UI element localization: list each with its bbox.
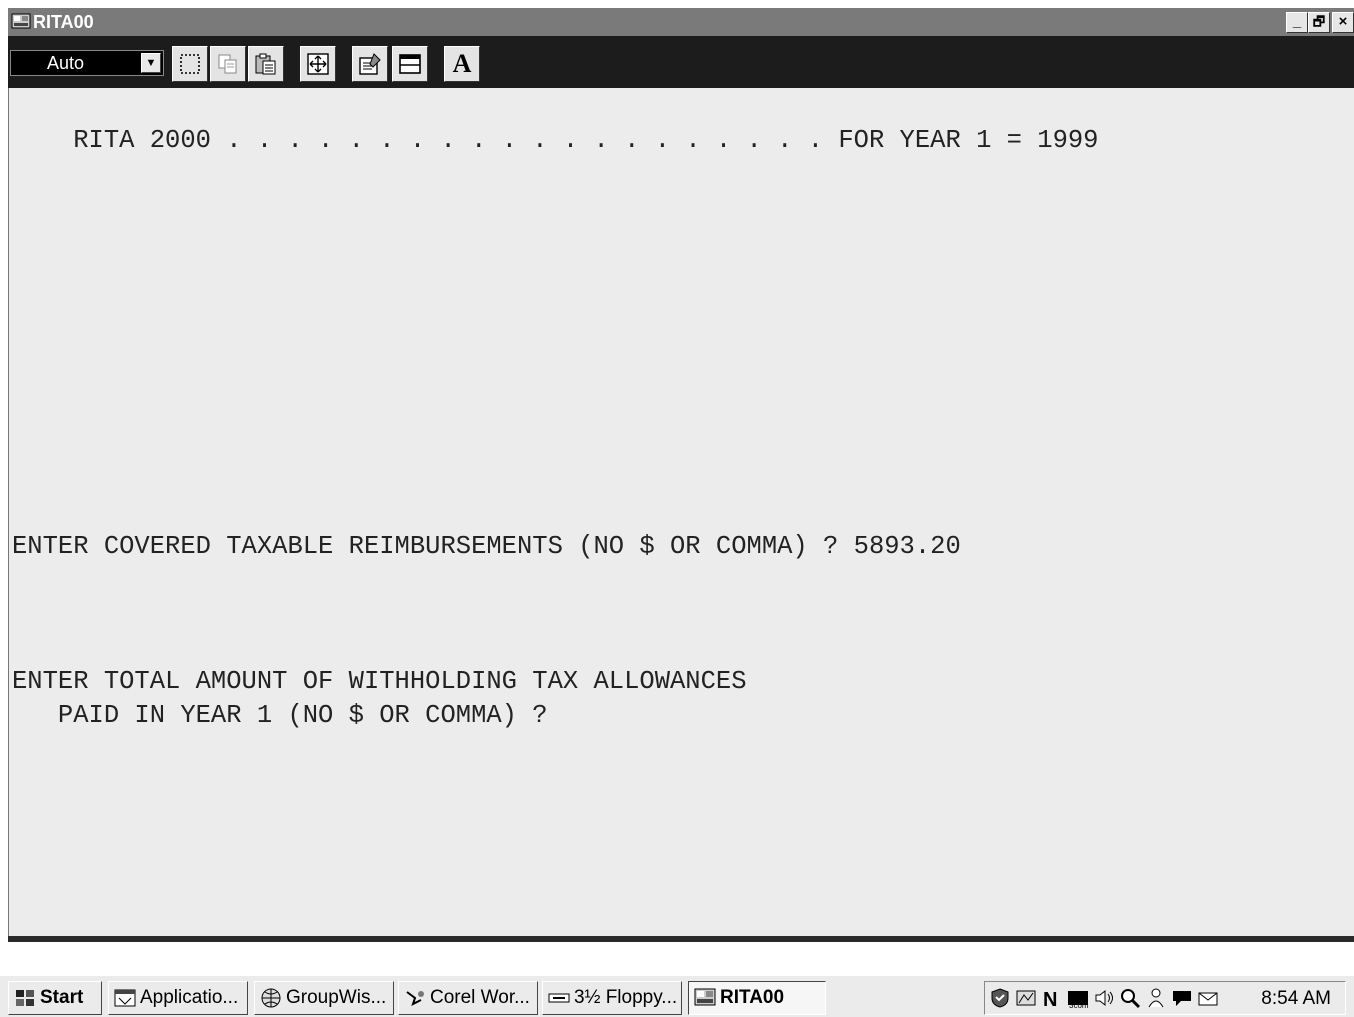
close-icon: ×	[1338, 13, 1348, 30]
minimize-button[interactable]: _	[1286, 12, 1308, 33]
minimize-icon: _	[1292, 13, 1302, 30]
search-icon[interactable]	[1119, 987, 1141, 1009]
font-icon: A	[452, 49, 472, 78]
paste-icon	[255, 53, 276, 75]
taskbar-item-floppy[interactable]: 3½ Floppy...	[542, 981, 682, 1015]
globe-icon	[261, 988, 281, 1008]
window-title: RITA00	[33, 11, 94, 32]
windows-logo-icon	[16, 990, 34, 1006]
system-tray: N 3com 8:54 AM	[984, 981, 1346, 1015]
font-size-value: Auto	[47, 53, 85, 73]
chat-icon[interactable]	[1171, 987, 1193, 1009]
window-app-icon	[114, 989, 136, 1007]
chevron-down-icon[interactable]: ▼	[141, 53, 161, 73]
program-header: RITA 2000 . . . . . . . . . . . . . . . …	[73, 126, 1099, 155]
window-bottom-border	[8, 936, 1354, 942]
dos-toolbar: Auto ▼ A	[8, 36, 1354, 88]
paste-button[interactable]	[248, 46, 284, 82]
properties-icon	[359, 53, 381, 75]
3com-icon[interactable]: 3com	[1067, 987, 1089, 1009]
restore-icon: 🗗	[1312, 14, 1326, 29]
user-icon[interactable]	[1145, 987, 1167, 1009]
taskbar-item-label: Corel Wor...	[430, 987, 530, 1008]
corel-balloon-icon	[406, 991, 424, 1006]
ms-dos-app-icon	[694, 988, 716, 1006]
properties-button[interactable]	[352, 46, 388, 82]
mail-icon[interactable]	[1197, 987, 1219, 1009]
mark-button[interactable]	[172, 46, 208, 82]
ms-dos-app-icon	[11, 13, 31, 29]
close-button[interactable]: ×	[1332, 12, 1354, 33]
copy-icon	[218, 54, 237, 74]
taskbar-item-corel[interactable]: Corel Wor...	[398, 981, 538, 1015]
network-icon[interactable]	[1015, 987, 1037, 1009]
console-output[interactable]: RITA 2000 . . . . . . . . . . . . . . . …	[8, 88, 1354, 936]
withholding-prompt-line1: ENTER TOTAL AMOUNT OF WITHHOLDING TAX AL…	[12, 667, 747, 696]
window-title-bar[interactable]: RITA00 _ 🗗 ×	[8, 8, 1354, 36]
window-controls: _ 🗗 ×	[1286, 12, 1354, 33]
start-button[interactable]: Start	[8, 981, 102, 1015]
taskbar-item-label: RITA00	[720, 987, 785, 1008]
taskbar-item-label: GroupWis...	[286, 987, 387, 1008]
font-size-select[interactable]: Auto ▼	[10, 50, 164, 76]
fullscreen-button[interactable]	[300, 46, 336, 82]
reimbursements-prompt: ENTER COVERED TAXABLE REIMBURSEMENTS (NO…	[12, 532, 961, 561]
taskbar-item-rita00[interactable]: RITA00	[688, 981, 826, 1015]
norton-icon[interactable]: N	[1041, 987, 1063, 1009]
shield-icon[interactable]	[989, 987, 1011, 1009]
taskbar-item-groupwise[interactable]: GroupWis...	[254, 981, 394, 1015]
svg-text:3com: 3com	[1069, 1001, 1089, 1009]
floppy-drive-icon	[548, 993, 570, 1003]
copy-button[interactable]	[210, 46, 246, 82]
background-button[interactable]	[392, 46, 428, 82]
taskbar-item-applications[interactable]: Applicatio...	[108, 981, 248, 1015]
withholding-prompt-line2: PAID IN YEAR 1 (NO $ OR COMMA) ?	[12, 701, 548, 730]
svg-text:N: N	[1043, 989, 1057, 1009]
font-button[interactable]: A	[444, 46, 480, 82]
restore-button[interactable]: 🗗	[1308, 12, 1330, 33]
taskbar-item-label: 3½ Floppy...	[574, 987, 678, 1008]
mark-icon	[180, 54, 200, 74]
background-icon	[399, 54, 421, 74]
fullscreen-icon	[307, 53, 329, 75]
taskbar: Start Applicatio... GroupWis... Corel Wo…	[0, 974, 1354, 1017]
clock[interactable]: 8:54 AM	[1261, 988, 1331, 1010]
start-label: Start	[40, 987, 84, 1008]
console-header-line: RITA 2000 . . . . . . . . . . . . . . . …	[12, 126, 1099, 156]
taskbar-item-label: Applicatio...	[140, 987, 239, 1008]
volume-icon[interactable]	[1093, 987, 1115, 1009]
